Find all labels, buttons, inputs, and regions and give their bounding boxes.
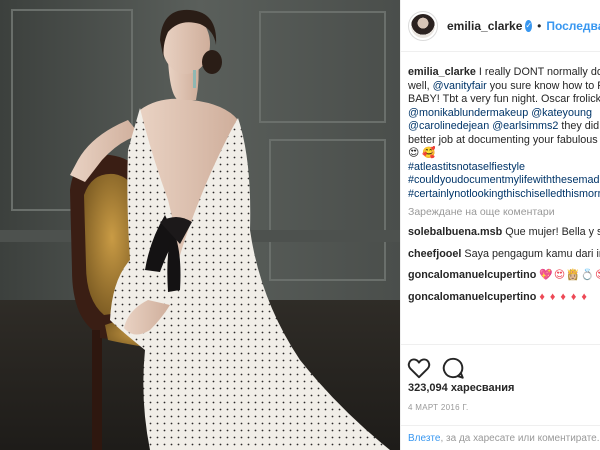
post-photo[interactable] — [0, 0, 400, 450]
header-username[interactable]: emilia_clarke — [447, 19, 522, 33]
comment-username[interactable]: goncalomanuelcupertino — [408, 291, 536, 303]
login-link[interactable]: Влезте — [408, 433, 440, 444]
load-more-comments-button[interactable]: Зареждане на още коментари — [408, 206, 600, 218]
login-prompt: Влезте, за да харесате или коментирате. — [401, 425, 600, 447]
avatar-image — [411, 13, 435, 38]
comment-username[interactable]: cheefjooel — [408, 248, 461, 260]
heart-icon[interactable] — [406, 355, 432, 381]
caption-username[interactable]: emilia_clarke — [408, 66, 476, 78]
comment-bubble-icon[interactable] — [440, 355, 466, 381]
comment-username[interactable]: solebalbuena.msb — [408, 226, 502, 238]
avatar[interactable] — [408, 10, 438, 41]
comment-emoji: 💖😍👸🏼💍😍 — [539, 269, 600, 281]
verified-badge-icon: ✓ — [525, 19, 533, 32]
likes-count[interactable]: 323,094 харесвания — [408, 382, 514, 394]
photo-illustration — [0, 0, 400, 450]
comment-item: solebalbuena.msb Que mujer! Bella y sexy… — [408, 226, 600, 240]
login-prompt-text: , за да харесате или коментирате. — [440, 433, 600, 444]
action-icons — [406, 355, 474, 381]
mention-link[interactable]: @vanityfair — [433, 80, 487, 92]
post-actions: 323,094 харесвания 4 МАРТ 2016 Г. Влезте… — [401, 344, 600, 444]
comments-section: emilia_clarke I really DONT normally do … — [401, 52, 600, 344]
post-sidebar: emilia_clarke ✓ • Последване emilia_clar… — [400, 0, 600, 450]
comment-username[interactable]: goncalomanuelcupertino — [408, 269, 536, 281]
comment-item: cheefjooel Saya pengagum kamu dari indon… — [408, 248, 600, 262]
post-header: emilia_clarke ✓ • Последване — [401, 0, 600, 52]
comment-text: Que mujer! Bella y sexy! — [505, 226, 600, 238]
hashtag-links[interactable]: #atleastitsnotaselfiestyle #couldyoudocu… — [408, 161, 600, 200]
comment-item: goncalomanuelcupertino 💖😍👸🏼💍😍 — [408, 269, 600, 283]
comment-text: Saya pengagum kamu dari indonesia — [464, 247, 600, 260]
comment-emoji: ♦ ♦ ♦ ♦ ♦ — [539, 290, 588, 303]
post-date: 4 МАРТ 2016 Г. — [408, 403, 469, 412]
header-separator: • — [537, 18, 542, 33]
instagram-post: emilia_clarke ✓ • Последване emilia_clar… — [0, 0, 600, 450]
comment-item: goncalomanuelcupertino ♦ ♦ ♦ ♦ ♦ — [408, 291, 600, 305]
follow-button[interactable]: Последване — [546, 19, 600, 33]
post-caption: emilia_clarke I really DONT normally do … — [408, 66, 600, 201]
